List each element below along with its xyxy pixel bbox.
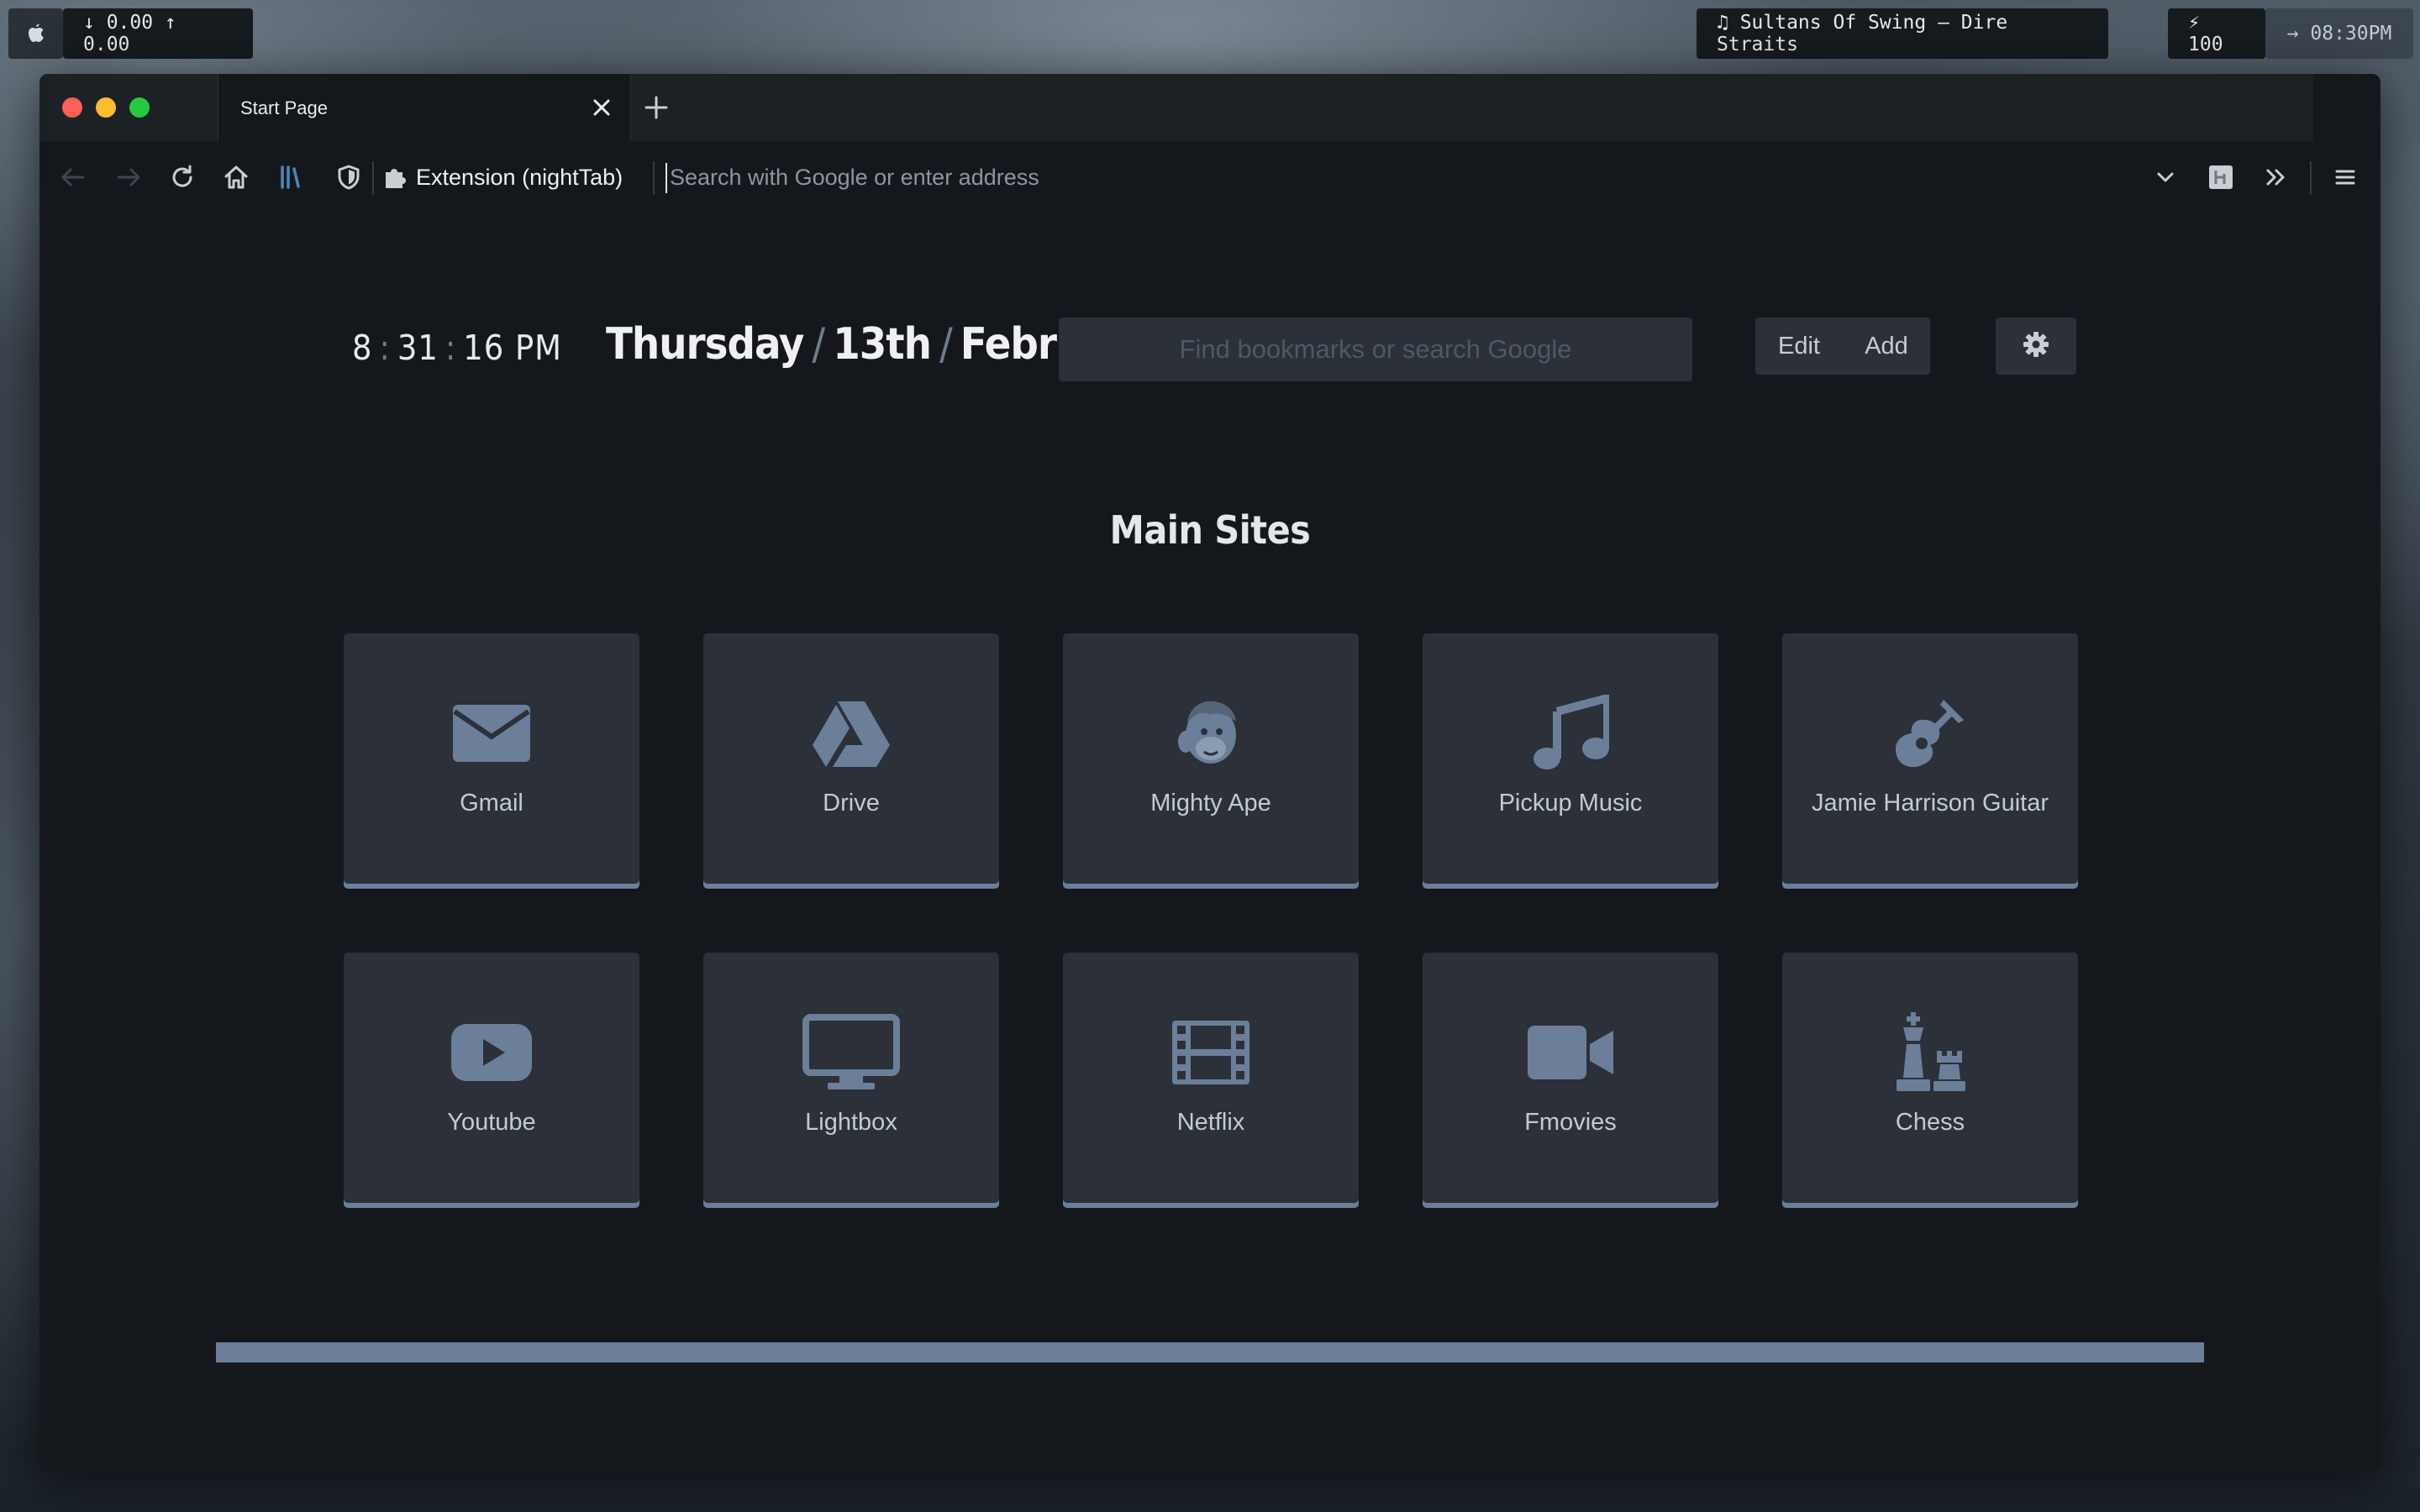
gear-icon [2021, 329, 2051, 363]
bookmark-label: Drive [823, 790, 880, 816]
toolbar-separator [653, 161, 655, 195]
add-button[interactable]: Add [1843, 318, 1930, 375]
date-day: Thursday [606, 319, 804, 370]
page-clock: 8:31:16 PM [352, 328, 563, 368]
bookmark-label: Chess [1895, 1109, 1965, 1136]
tab-strip-end [2313, 74, 2381, 141]
bookmark-tile-drive[interactable]: Drive [703, 633, 999, 889]
bookmark-tile-fmovies[interactable]: Fmovies [1423, 953, 1718, 1208]
clock-minute: 31 [397, 328, 439, 368]
bookmark-label: Jamie Harrison Guitar [1811, 790, 2049, 816]
close-tab-icon[interactable] [583, 89, 620, 126]
shield-icon[interactable] [330, 159, 367, 196]
bookmark-tile-mighty-ape[interactable]: Mighty Ape [1063, 633, 1359, 889]
bookmark-label: Youtube [447, 1109, 536, 1136]
bookmark-tile-jamie-harrison-guitar[interactable]: Jamie Harrison Guitar [1782, 633, 2078, 889]
music-note-icon [1423, 695, 1718, 769]
video-camera-icon [1423, 1016, 1718, 1089]
bookmark-search-input[interactable]: Find bookmarks or search Google [1059, 318, 1692, 381]
overflow-chevron-icon[interactable] [2258, 159, 2295, 196]
start-page: 8:31:16 PM Thursday/13th / February Find b… [39, 213, 2381, 1472]
puzzle-icon[interactable] [377, 159, 414, 196]
envelope-icon [344, 697, 639, 769]
extension-identity-label[interactable]: Extension (nightTab) [416, 165, 623, 191]
toolbar-separator [372, 161, 374, 195]
google-drive-icon [703, 697, 999, 769]
bookmark-label: Netflix [1176, 1109, 1245, 1136]
chess-icon [1782, 1012, 2078, 1091]
zoom-window-button[interactable] [129, 97, 150, 118]
minimize-window-button[interactable] [96, 97, 116, 118]
extension-badge-icon[interactable] [2202, 159, 2239, 196]
bookmark-tile-youtube[interactable]: Youtube [344, 953, 639, 1208]
desktop-icon [703, 1014, 999, 1089]
menubar: ↓ 0.00 ↑ 0.00 ♫ Sultans Of Swing – Dire … [0, 0, 2420, 67]
bookmark-tile-chess[interactable]: Chess [1782, 953, 2078, 1208]
tab-start-page[interactable]: Start Page [218, 74, 631, 141]
toolbar-separator [2310, 161, 2312, 195]
menubar-clock: → 08:30PM [2265, 8, 2413, 59]
forward-icon[interactable] [110, 159, 147, 196]
bookmark-label: Gmail [460, 790, 523, 816]
back-icon[interactable] [55, 159, 92, 196]
bookmark-tile-lightbox[interactable]: Lightbox [703, 953, 999, 1208]
hamburger-menu-icon[interactable] [2327, 159, 2364, 196]
library-icon[interactable] [271, 159, 308, 196]
reload-icon[interactable] [164, 159, 201, 196]
new-tab-icon[interactable] [638, 89, 675, 126]
chevron-down-icon[interactable] [2147, 159, 2184, 196]
guitar-icon [1782, 697, 2078, 769]
bookmark-label: Lightbox [805, 1109, 897, 1136]
bookmark-label: Fmovies [1524, 1109, 1617, 1136]
close-window-button[interactable] [62, 97, 82, 118]
mailchimp-icon [1063, 697, 1359, 769]
page-accent-bar [216, 1342, 2204, 1362]
group-title: Main Sites [1109, 507, 1311, 553]
bookmark-tile-netflix[interactable]: Netflix [1063, 953, 1359, 1208]
tab-strip: Start Page [39, 74, 2381, 141]
now-playing[interactable]: ♫ Sultans Of Swing – Dire Straits [1697, 8, 2108, 59]
bookmark-tile-pickup-music[interactable]: Pickup Music [1423, 633, 1718, 889]
navigation-toolbar: Extension (nightTab) Search with Google … [39, 141, 2381, 214]
settings-button[interactable] [1996, 318, 2076, 375]
tab-title: Start Page [240, 97, 328, 118]
youtube-icon [344, 1016, 639, 1089]
bookmark-label: Mighty Ape [1150, 790, 1271, 816]
address-bar[interactable]: Search with Google or enter address [670, 165, 1039, 191]
edit-button[interactable]: Edit [1755, 318, 1843, 375]
text-cursor [666, 163, 667, 193]
clock-second: 16 [463, 328, 505, 368]
apple-icon[interactable] [8, 8, 63, 59]
film-icon [1063, 1016, 1359, 1089]
clock-hour: 8 [352, 328, 373, 368]
bookmark-tile-gmail[interactable]: Gmail [344, 633, 639, 889]
clock-ampm: PM [514, 328, 563, 368]
date-number: 13th [833, 319, 932, 370]
battery-status: ⚡ 100 [2168, 8, 2265, 59]
edit-add-button-group: Edit Add [1755, 318, 1930, 375]
home-icon[interactable] [218, 159, 255, 196]
bookmark-label: Pickup Music [1498, 790, 1643, 816]
network-speed: ↓ 0.00 ↑ 0.00 [63, 8, 253, 59]
browser-window: Start Page Extension (nightTab) Search w… [39, 74, 2381, 1472]
